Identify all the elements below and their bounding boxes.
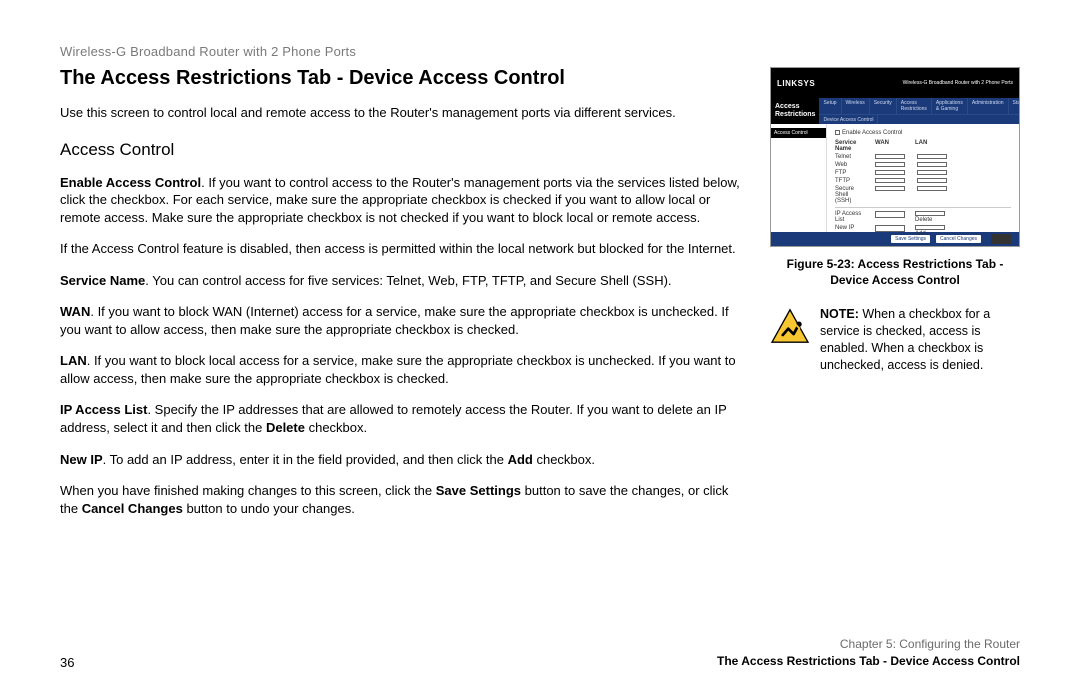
shot-cisco-logo bbox=[991, 234, 1011, 244]
label-ip-list: IP Access List bbox=[60, 402, 147, 417]
label-save-settings: Save Settings bbox=[436, 483, 521, 498]
label-service-name: Service Name bbox=[60, 273, 145, 288]
intro-text: Use this screen to control local and rem… bbox=[60, 104, 746, 122]
footer-section: The Access Restrictions Tab - Device Acc… bbox=[717, 653, 1020, 670]
figure-caption: Figure 5-23: Access Restrictions Tab - D… bbox=[770, 257, 1020, 288]
para-disabled-note: If the Access Control feature is disable… bbox=[60, 240, 746, 258]
figure-screenshot: LINKSYS Wireless-G Broadband Router with… bbox=[770, 67, 1020, 247]
shot-cancel-button: Cancel Changes bbox=[936, 235, 981, 243]
footer-chapter: Chapter 5: Configuring the Router bbox=[717, 636, 1020, 653]
para-enable: Enable Access Control. If you want to co… bbox=[60, 174, 746, 227]
label-add: Add bbox=[508, 452, 533, 467]
shot-enable-checkbox bbox=[835, 130, 840, 135]
side-column: LINKSYS Wireless-G Broadband Router with… bbox=[770, 67, 1020, 531]
para-wan: WAN. If you want to block WAN (Internet)… bbox=[60, 303, 746, 338]
shot-tabs-row: Setup Wireless Security Access Restricti… bbox=[819, 98, 1020, 115]
label-lan: LAN bbox=[60, 353, 87, 368]
page-title: The Access Restrictions Tab - Device Acc… bbox=[60, 67, 746, 90]
label-new-ip: New IP bbox=[60, 452, 103, 467]
para-service-name: Service Name. You can control access for… bbox=[60, 272, 746, 290]
product-header: Wireless-G Broadband Router with 2 Phone… bbox=[60, 44, 1020, 59]
para-save: When you have finished making changes to… bbox=[60, 482, 746, 517]
shot-save-button: Save Settings bbox=[891, 235, 930, 243]
warning-icon bbox=[770, 308, 810, 344]
section-heading: Access Control bbox=[60, 140, 746, 160]
para-lan: LAN. If you want to block local access f… bbox=[60, 352, 746, 387]
label-wan: WAN bbox=[60, 304, 90, 319]
shot-left-header: Access Control bbox=[771, 128, 826, 138]
shot-new-ip-input bbox=[875, 225, 905, 232]
shot-topright: Wireless-G Broadband Router with 2 Phone… bbox=[903, 80, 1013, 86]
note-text: NOTE: When a checkbox for a service is c… bbox=[820, 306, 1020, 374]
label-enable: Enable Access Control bbox=[60, 175, 201, 190]
page-number: 36 bbox=[60, 655, 74, 670]
note-label: NOTE: bbox=[820, 307, 859, 321]
para-ip-list: IP Access List. Specify the IP addresses… bbox=[60, 401, 746, 436]
para-new-ip: New IP. To add an IP address, enter it i… bbox=[60, 451, 746, 469]
main-column: The Access Restrictions Tab - Device Acc… bbox=[60, 67, 746, 531]
shot-tab-main: Access Restrictions bbox=[771, 98, 819, 124]
shot-ip-select bbox=[875, 211, 905, 218]
label-cancel-changes: Cancel Changes bbox=[82, 501, 183, 516]
label-delete: Delete bbox=[266, 420, 305, 435]
shot-logo: LINKSYS bbox=[777, 79, 815, 88]
